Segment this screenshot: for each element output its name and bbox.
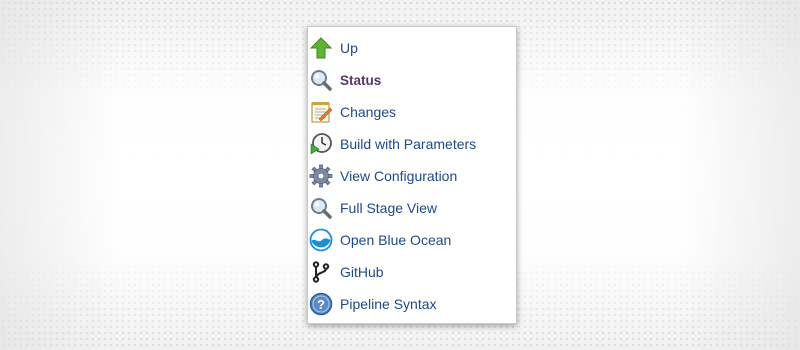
svg-text:?: ? [317,297,325,312]
menu-item-build-with-parameters[interactable]: Build with Parameters [308,128,516,160]
menu-item-label: Full Stage View [340,200,438,216]
menu-item-label: View Configuration [340,168,458,184]
menu-item-label: Build with Parameters [340,136,477,152]
menu-item-label: Up [340,40,358,56]
magnifier-icon [309,68,333,92]
menu-item-label: Changes [340,104,397,120]
menu-item-status[interactable]: Status [308,64,516,96]
menu-item-open-blue-ocean[interactable]: Open Blue Ocean [308,224,516,256]
menu-item-github[interactable]: GitHub [308,256,516,288]
menu-item-label: Status [340,72,382,88]
menu-item-pipeline-syntax[interactable]: ? Pipeline Syntax [308,288,516,320]
notepad-icon [309,100,333,124]
git-branch-icon [309,260,333,284]
menu-item-label: Open Blue Ocean [340,232,452,248]
menu-item-view-configuration[interactable]: View Configuration [308,160,516,192]
background-shade-left [0,0,120,350]
gear-icon [309,164,333,188]
menu-item-up[interactable]: Up [308,32,516,64]
menu-item-label: GitHub [340,264,384,280]
blue-ocean-icon [309,228,333,252]
side-menu-panel: Up Status Changes Build with Parameters … [307,26,517,324]
help-icon: ? [309,292,333,316]
magnifier-icon [309,196,333,220]
menu-item-changes[interactable]: Changes [308,96,516,128]
menu-item-label: Pipeline Syntax [340,296,437,312]
background-shade-right [680,0,800,350]
arrow-up-icon [309,36,333,60]
clock-play-icon [309,132,333,156]
menu-item-full-stage-view[interactable]: Full Stage View [308,192,516,224]
